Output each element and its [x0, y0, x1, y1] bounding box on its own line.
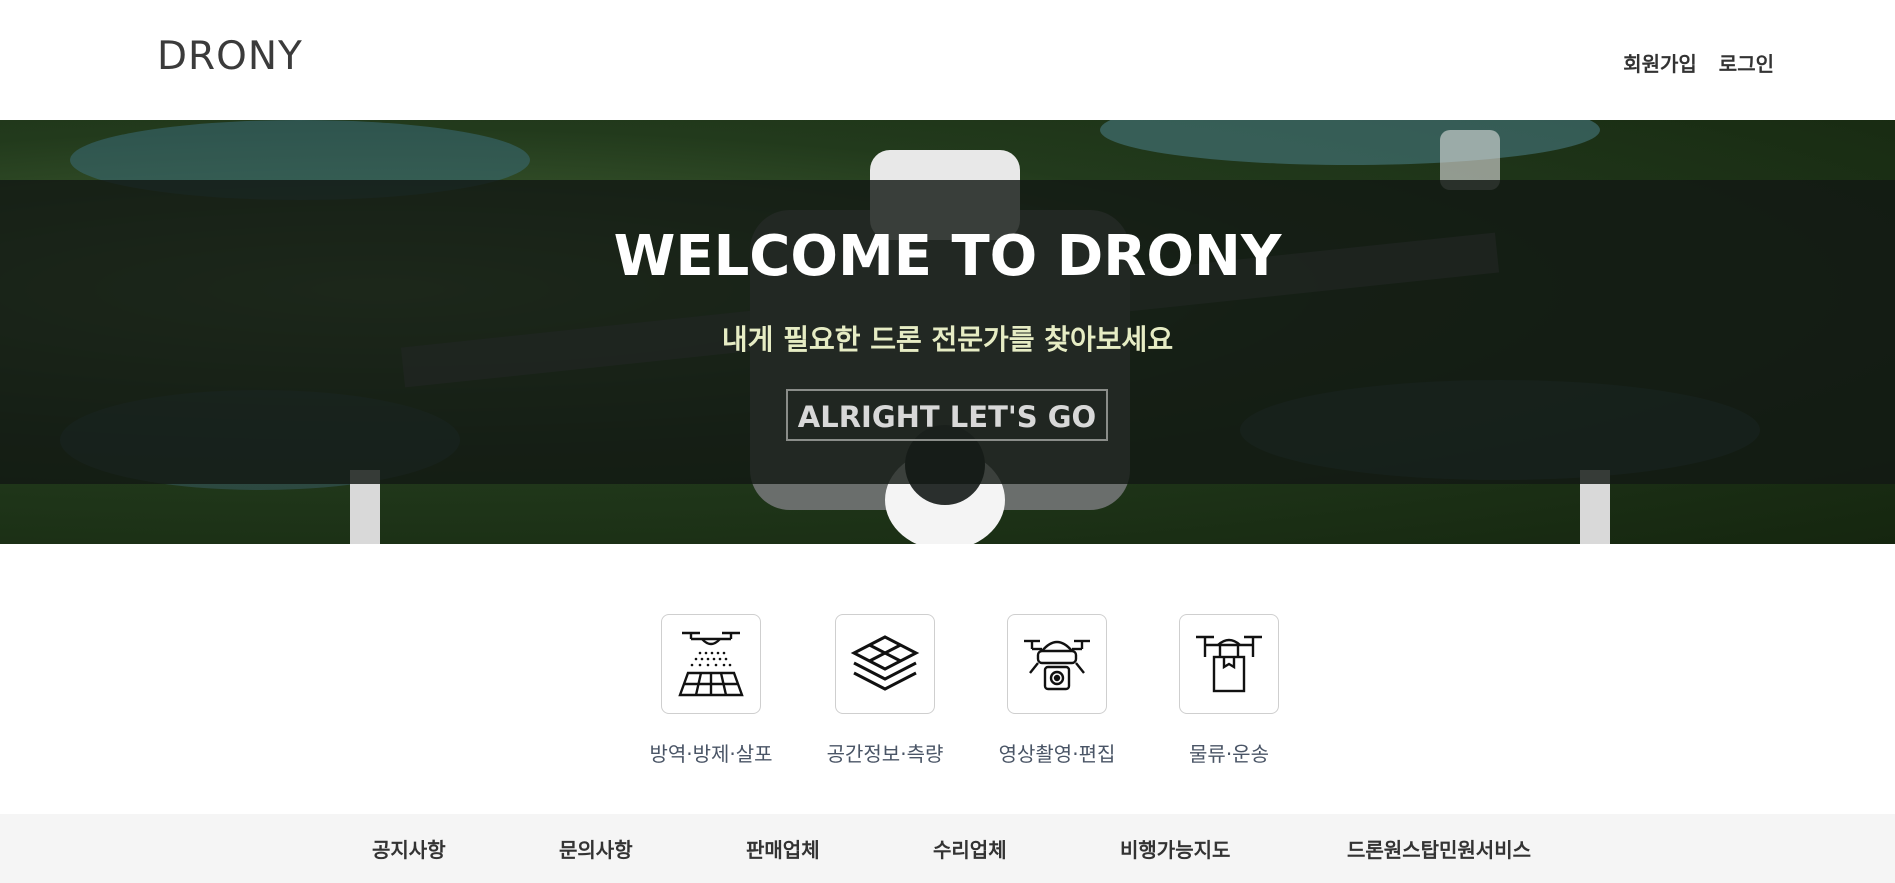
service-label: 영상촬영·편집 [998, 742, 1116, 766]
nav-item-repair[interactable]: 수리업체 [933, 834, 1007, 863]
nav-item-flight-map[interactable]: 비행가능지도 [1120, 834, 1230, 863]
auth-links: 회원가입 로그인 [1623, 48, 1774, 77]
service-box[interactable] [1179, 614, 1279, 714]
login-link[interactable]: 로그인 [1719, 48, 1774, 77]
hero-title: WELCOME TO DRONY [613, 224, 1282, 289]
service-item-survey[interactable]: 공간정보·측량 [810, 614, 960, 767]
service-box[interactable] [835, 614, 935, 714]
service-categories: 방역·방제·살포 공간정보·측량 영상촬영·편집 물류·운송 [0, 544, 1895, 814]
layers-grid-icon [850, 635, 920, 691]
service-box[interactable] [1007, 614, 1107, 714]
bottom-nav: 공지사항 문의사항 판매업체 수리업체 비행가능지도 드론원스탑민원서비스 [0, 814, 1895, 883]
delivery-drone-icon [1196, 635, 1262, 693]
header: DRONY 회원가입 로그인 [0, 0, 1895, 120]
service-label: 물류·운송 [1189, 742, 1269, 766]
service-item-filming[interactable]: 영상촬영·편집 [982, 614, 1132, 767]
service-label: 방역·방제·살포 [649, 742, 773, 766]
service-label: 공간정보·측량 [826, 742, 944, 766]
cta-button[interactable]: ALRIGHT LET'S GO [786, 389, 1108, 441]
hero-subtitle: 내게 필요한 드론 전문가를 찾아보세요 [721, 323, 1174, 356]
nav-item-sellers[interactable]: 판매업체 [746, 834, 820, 863]
nav-item-onestop-service[interactable]: 드론원스탑민원서비스 [1347, 834, 1531, 863]
service-box[interactable] [661, 614, 761, 714]
signup-link[interactable]: 회원가입 [1623, 48, 1697, 77]
service-item-delivery[interactable]: 물류·운송 [1154, 614, 1304, 767]
nav-item-notice[interactable]: 공지사항 [372, 834, 446, 863]
logo[interactable]: DRONY [157, 34, 303, 79]
service-item-spraying[interactable]: 방역·방제·살포 [636, 614, 786, 767]
nav-item-inquiry[interactable]: 문의사항 [559, 834, 633, 863]
camera-drone-icon [1024, 639, 1090, 691]
crop-spraying-drone-icon [678, 631, 744, 697]
